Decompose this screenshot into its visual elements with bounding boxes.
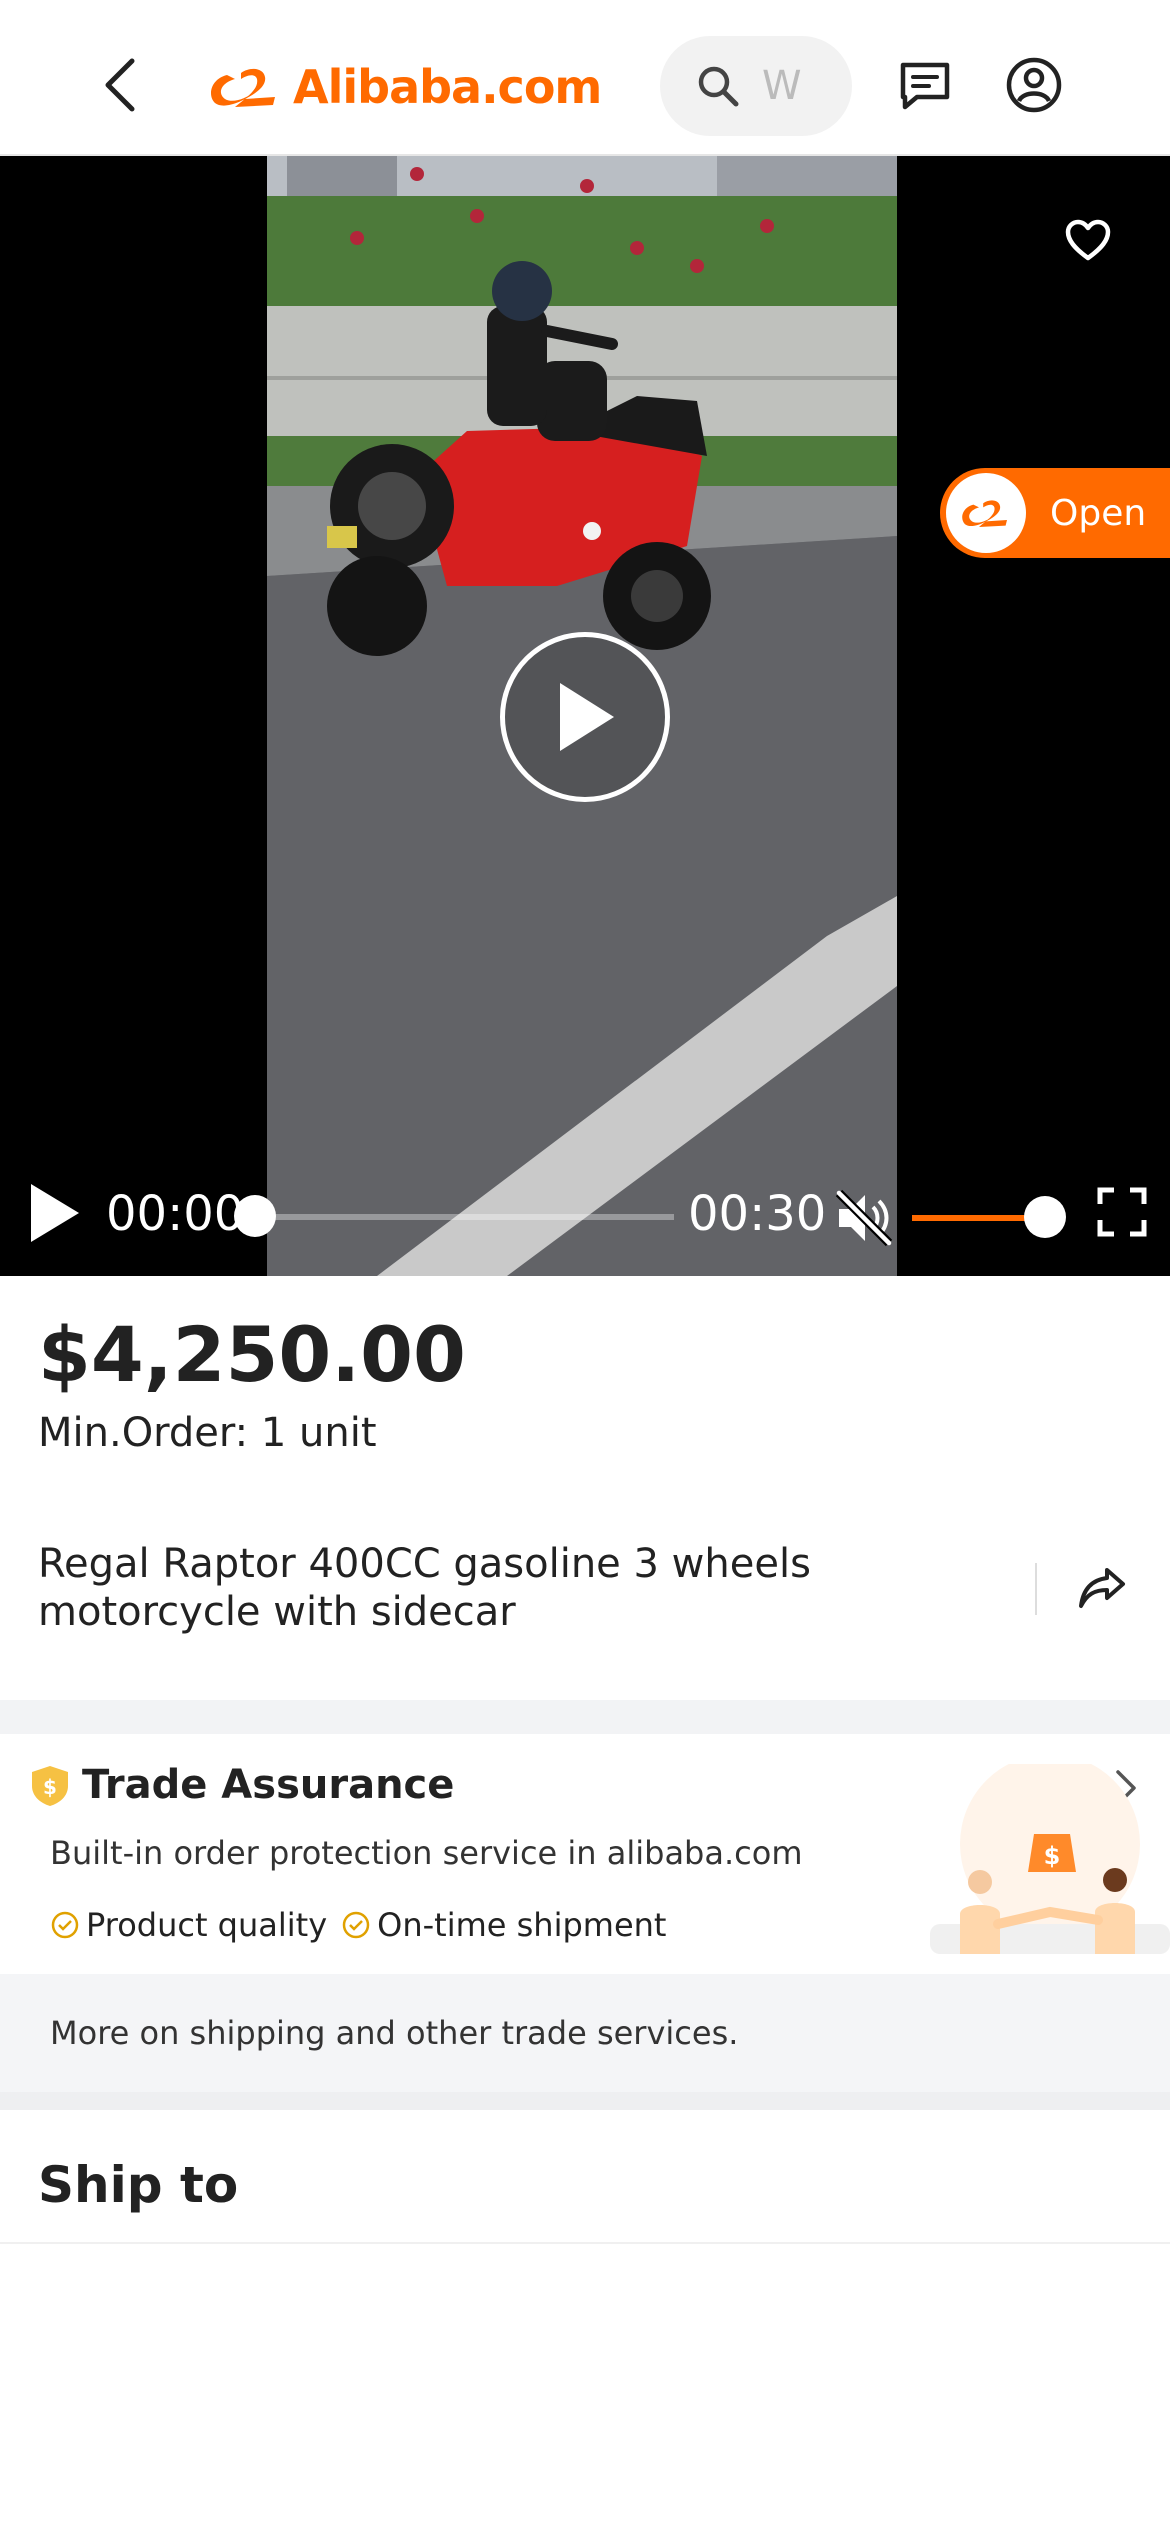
top-header: Alibaba.com W: [0, 0, 1170, 156]
open-app-label: Open: [1050, 492, 1147, 534]
muted-speaker-icon: [835, 1189, 893, 1247]
product-price: $4,250.00: [38, 1310, 466, 1399]
product-title: Regal Raptor 400CC gasoline 3 wheels mot…: [38, 1541, 811, 1635]
trade-assurance-title: Trade Assurance: [82, 1762, 455, 1808]
account-button[interactable]: [1004, 55, 1064, 115]
alibaba-app-icon: [946, 473, 1026, 553]
trade-assurance-shield-icon: $: [32, 1766, 68, 1806]
trade-assurance-subtitle: Built-in order protection service in ali…: [50, 1834, 803, 1872]
check-circle-icon: [51, 1911, 79, 1939]
duration: 00:30: [688, 1186, 827, 1242]
more-trade-services-label: More on shipping and other trade service…: [50, 2014, 739, 2052]
chevron-left-icon: [105, 58, 135, 112]
alibaba-logo-icon: [211, 68, 275, 107]
ship-to-title: Ship to: [38, 2156, 239, 2214]
favorite-button[interactable]: [1060, 212, 1116, 268]
svg-text:$: $: [43, 1775, 57, 1799]
check-circle-icon: [342, 1911, 370, 1939]
search-icon: [698, 66, 739, 107]
seek-bar[interactable]: [234, 1195, 674, 1237]
control-play-button[interactable]: [24, 1178, 84, 1248]
fullscreen-icon: [1097, 1187, 1147, 1237]
user-icon: [1006, 57, 1062, 113]
svg-text:$: $: [1044, 1842, 1061, 1870]
feature-label: On-time shipment: [377, 1906, 667, 1944]
open-app-button[interactable]: Open: [940, 468, 1170, 558]
section-divider: [0, 2092, 1170, 2110]
feature-product-quality: Product quality: [50, 1906, 327, 1944]
message-icon: [900, 62, 950, 110]
volume-handle[interactable]: [1024, 1196, 1066, 1238]
current-time: 00:00: [106, 1186, 245, 1242]
video-controls: 00:00 00:30: [0, 1156, 1170, 1276]
share-button[interactable]: [1076, 1562, 1128, 1614]
trade-assurance-card[interactable]: $ Trade Assurance Built-in order protect…: [0, 1734, 1170, 1974]
share-icon: [1079, 1568, 1125, 1608]
alibaba-logo[interactable]: Alibaba.com: [205, 52, 602, 122]
play-icon: [31, 1184, 79, 1242]
min-order: Min.Order: 1 unit: [38, 1410, 377, 1456]
title-divider: [1035, 1563, 1037, 1615]
video-play-button[interactable]: [500, 632, 670, 802]
volume-slider[interactable]: [912, 1196, 1066, 1238]
play-icon: [560, 683, 614, 751]
product-video[interactable]: Open 00:00 00:30: [0, 156, 1170, 1276]
trade-assurance-features: Product quality On-time shipment: [50, 1906, 666, 1944]
more-trade-services[interactable]: More on shipping and other trade service…: [0, 1974, 1170, 2092]
fullscreen-button[interactable]: [1096, 1186, 1148, 1238]
seek-handle[interactable]: [234, 1195, 276, 1237]
messages-button[interactable]: [895, 55, 955, 115]
heart-icon: [1065, 219, 1111, 261]
search-bar[interactable]: W: [660, 36, 852, 136]
logo-text: Alibaba.com: [293, 60, 602, 114]
ship-to-section[interactable]: Ship to: [0, 2110, 1170, 2244]
feature-on-time-shipment: On-time shipment: [341, 1906, 666, 1944]
search-placeholder: W: [762, 63, 802, 109]
back-button[interactable]: [90, 50, 150, 120]
mute-button[interactable]: [832, 1186, 896, 1250]
handshake-illustration: $: [930, 1764, 1170, 1954]
section-divider: [0, 1700, 1170, 1734]
feature-label: Product quality: [86, 1906, 328, 1944]
